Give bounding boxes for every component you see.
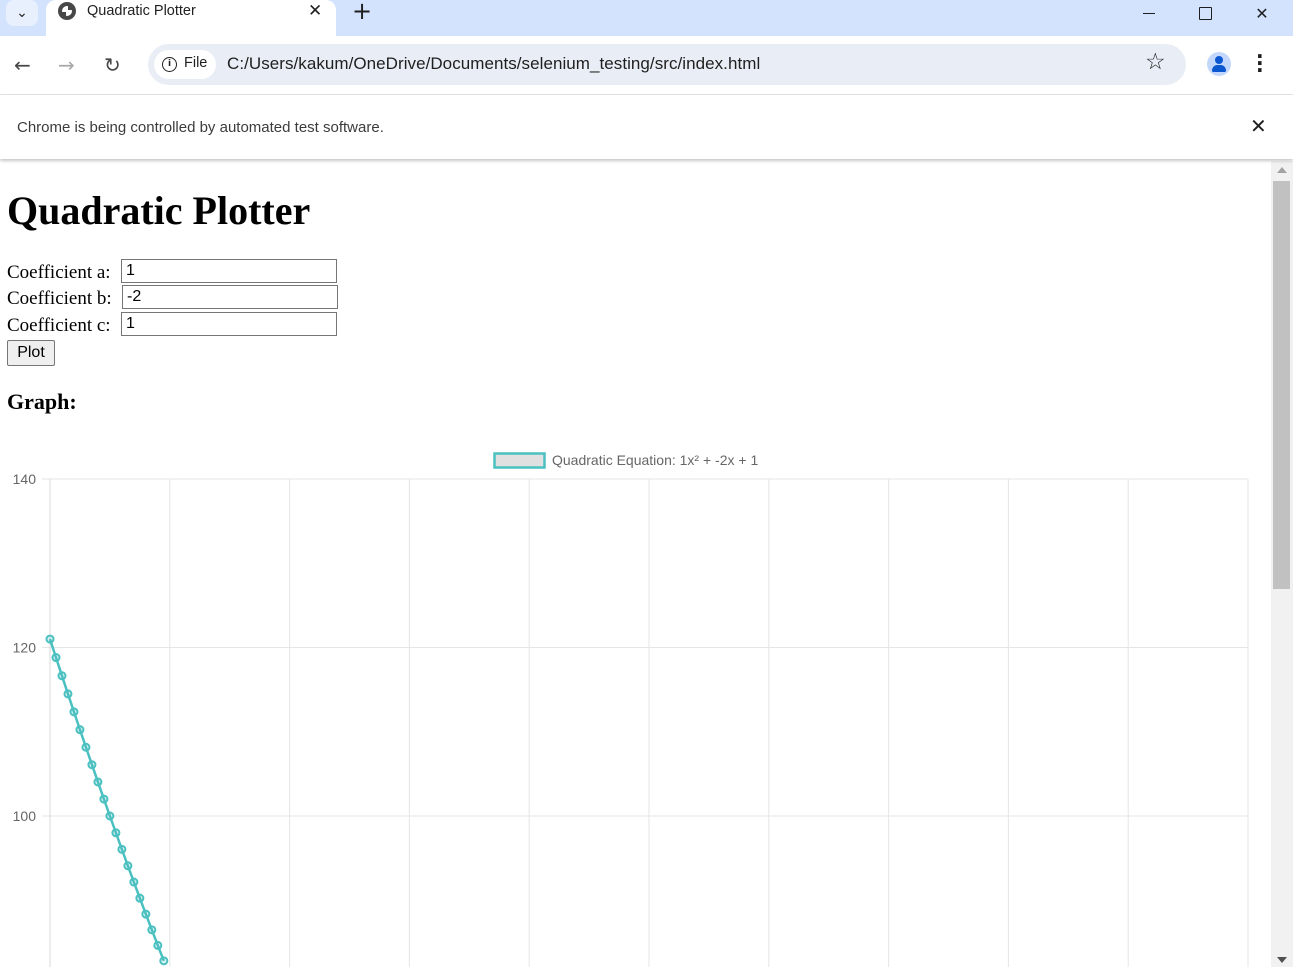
automation-infobar: Chrome is being controlled by automated … — [0, 95, 1293, 159]
window-minimize-button[interactable] — [1121, 0, 1177, 26]
data-point — [75, 725, 85, 735]
legend-label: Quadratic Equation: 1x² + -2x + 1 — [552, 452, 758, 468]
new-tab-plus-icon[interactable]: + — [352, 0, 372, 25]
reload-icon[interactable]: ↻ — [104, 53, 121, 77]
chip-label: File — [184, 55, 208, 71]
page-content: Quadratic Plotter Coefficient a: Coeffic… — [0, 161, 1271, 967]
plot-button[interactable]: Plot — [7, 340, 55, 366]
data-point — [63, 689, 73, 699]
tab-close-icon[interactable]: ✕ — [308, 1, 322, 21]
coefficient-a-input[interactable] — [121, 259, 337, 283]
coefficient-a-label: Coefficient a: — [7, 262, 111, 283]
coefficient-b-row: Coefficient b: — [7, 285, 338, 310]
window-maximize-button[interactable] — [1177, 0, 1233, 26]
coefficient-a-row: Coefficient a: — [7, 259, 337, 284]
data-point — [105, 811, 115, 821]
coefficient-b-input[interactable] — [122, 285, 338, 309]
forward-arrow-icon[interactable]: → — [58, 53, 75, 77]
site-info-chip[interactable]: i File — [154, 50, 216, 79]
globe-icon — [58, 2, 76, 20]
data-point — [99, 794, 109, 804]
data-point — [153, 940, 163, 950]
data-point — [147, 925, 157, 935]
infobar-text: Chrome is being controlled by automated … — [17, 119, 384, 136]
data-point — [57, 671, 67, 681]
data-point — [45, 634, 55, 644]
url-text[interactable]: C:/Users/kakum/OneDrive/Documents/seleni… — [227, 54, 760, 74]
y-tick-label: 120 — [13, 640, 37, 656]
graph-heading: Graph: — [7, 389, 77, 414]
minimize-icon — [1143, 12, 1155, 14]
data-point — [141, 909, 151, 919]
browser-toolbar: ← → ↻ i File C:/Users/kakum/OneDrive/Doc… — [0, 36, 1293, 95]
info-icon: i — [162, 57, 177, 72]
profile-avatar-icon[interactable] — [1207, 52, 1231, 76]
legend-swatch — [493, 452, 546, 469]
data-point — [111, 828, 121, 838]
tab-title: Quadratic Plotter — [87, 3, 196, 19]
tab-quadratic-plotter[interactable]: Quadratic Plotter ✕ — [46, 0, 336, 36]
scroll-up-arrow-icon[interactable] — [1277, 167, 1287, 173]
scroll-down-arrow-icon[interactable] — [1277, 957, 1287, 963]
bookmark-star-icon[interactable]: ☆ — [1145, 49, 1166, 75]
coefficient-c-input[interactable] — [121, 312, 337, 336]
data-point — [135, 893, 145, 903]
page-title: Quadratic Plotter — [7, 188, 311, 233]
data-point — [93, 777, 103, 787]
vertical-scrollbar[interactable] — [1271, 161, 1293, 967]
scrollbar-thumb[interactable] — [1273, 181, 1290, 589]
coefficient-c-label: Coefficient c: — [7, 315, 111, 336]
data-point — [81, 742, 91, 752]
data-point — [87, 760, 97, 770]
coefficient-b-label: Coefficient b: — [7, 288, 112, 309]
tab-strip: ⌄ Quadratic Plotter ✕ + ✕ — [0, 0, 1293, 36]
y-tick-label: 140 — [13, 471, 37, 487]
maximize-icon — [1198, 6, 1212, 20]
data-point — [129, 877, 139, 887]
quadratic-chart: Quadratic Equation: 1x² + -2x + 1 140 120 1… — [13, 452, 1249, 967]
data-point — [51, 653, 61, 663]
back-arrow-icon[interactable]: ← — [14, 53, 31, 77]
coefficient-c-row: Coefficient c: — [7, 312, 337, 337]
infobar-close-icon[interactable]: ✕ — [1250, 114, 1267, 138]
y-tick-label: 100 — [13, 808, 37, 824]
window-close-button[interactable]: ✕ — [1234, 0, 1290, 26]
data-point — [69, 707, 79, 717]
tab-search-chevron-icon[interactable]: ⌄ — [6, 0, 38, 26]
data-point — [159, 956, 169, 966]
address-bar[interactable]: i File C:/Users/kakum/OneDrive/Documents… — [148, 44, 1186, 85]
data-point — [117, 844, 127, 854]
data-point — [123, 861, 133, 871]
kebab-menu-icon[interactable]: · · · — [1256, 46, 1264, 80]
